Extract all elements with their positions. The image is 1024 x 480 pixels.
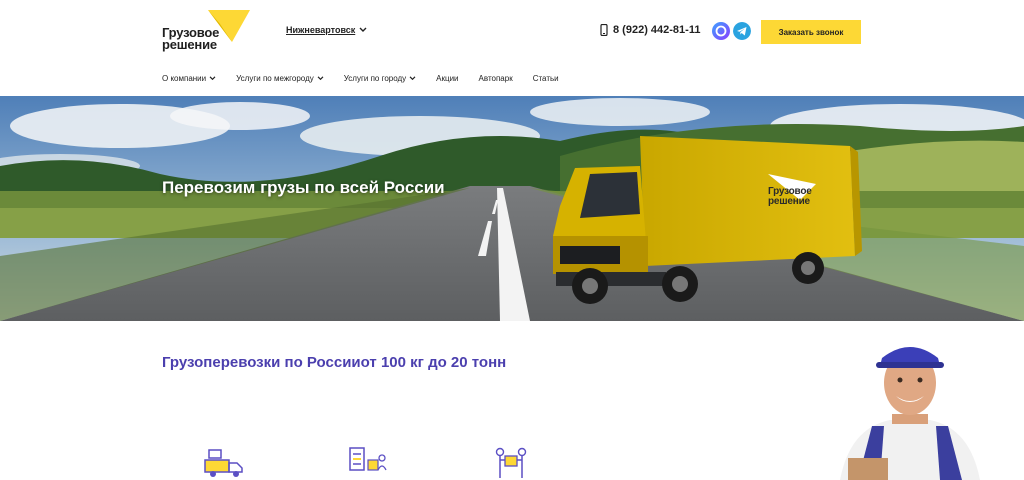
hero-title: Перевозим грузы по всей России [162, 178, 445, 197]
chevron-down-icon [409, 76, 416, 81]
truck-logo-line-2: решение [768, 196, 810, 207]
nav-item-promos[interactable]: Акции [436, 74, 458, 83]
truck-icon [204, 449, 243, 477]
callback-button[interactable]: Заказать звонок [761, 20, 861, 44]
nav-item-articles[interactable]: Статьи [533, 74, 559, 83]
chevron-down-icon [359, 27, 367, 32]
mover-image [840, 347, 980, 480]
nav-item-label: Услуги по городу [343, 74, 407, 83]
telegram-icon[interactable] [733, 22, 751, 40]
header: Грузовое решение Нижневартовск 8 (922) 4… [0, 0, 1024, 96]
checklist-icon [349, 447, 387, 471]
truck-logo: Грузовое решение [768, 187, 812, 207]
nav-item-fleet[interactable]: Автопарк [479, 74, 513, 83]
nav-item-label: Автопарк [478, 74, 513, 83]
hero-image [0, 96, 1024, 321]
logo-line-2: решение [162, 37, 217, 52]
section-title: Грузоперевозки по Россииот 100 кг до 20 … [162, 354, 507, 371]
nav-item-intercity[interactable]: Услуги по межгороду [236, 74, 324, 83]
phone-icon [600, 24, 608, 36]
max-messenger-icon[interactable] [712, 22, 730, 40]
nav-item-label: О компании [162, 74, 207, 83]
nav-item-about[interactable]: О компании [162, 74, 216, 83]
nav-item-label: Статьи [532, 74, 559, 83]
logo[interactable]: Грузовое решение [162, 10, 252, 56]
city-selector[interactable]: Нижневартовск [286, 25, 367, 35]
chevron-down-icon [209, 76, 216, 81]
phone-link[interactable]: 8 (922) 442-81-11 [600, 24, 700, 36]
main-nav: О компании Услуги по межгороду Услуги по… [162, 74, 579, 83]
nav-item-label: Акции [436, 74, 459, 83]
mover-icon [495, 447, 527, 478]
hero-banner: Перевозим грузы по всей России Грузовое … [0, 96, 1024, 321]
logo-text: Грузовое решение [162, 26, 219, 52]
nav-item-city[interactable]: Услуги по городу [344, 74, 416, 83]
chevron-down-icon [317, 76, 324, 81]
nav-item-label: Услуги по межгороду [236, 74, 314, 83]
phone-number: 8 (922) 442-81-11 [613, 24, 701, 36]
city-label: Нижневартовск [286, 25, 356, 35]
